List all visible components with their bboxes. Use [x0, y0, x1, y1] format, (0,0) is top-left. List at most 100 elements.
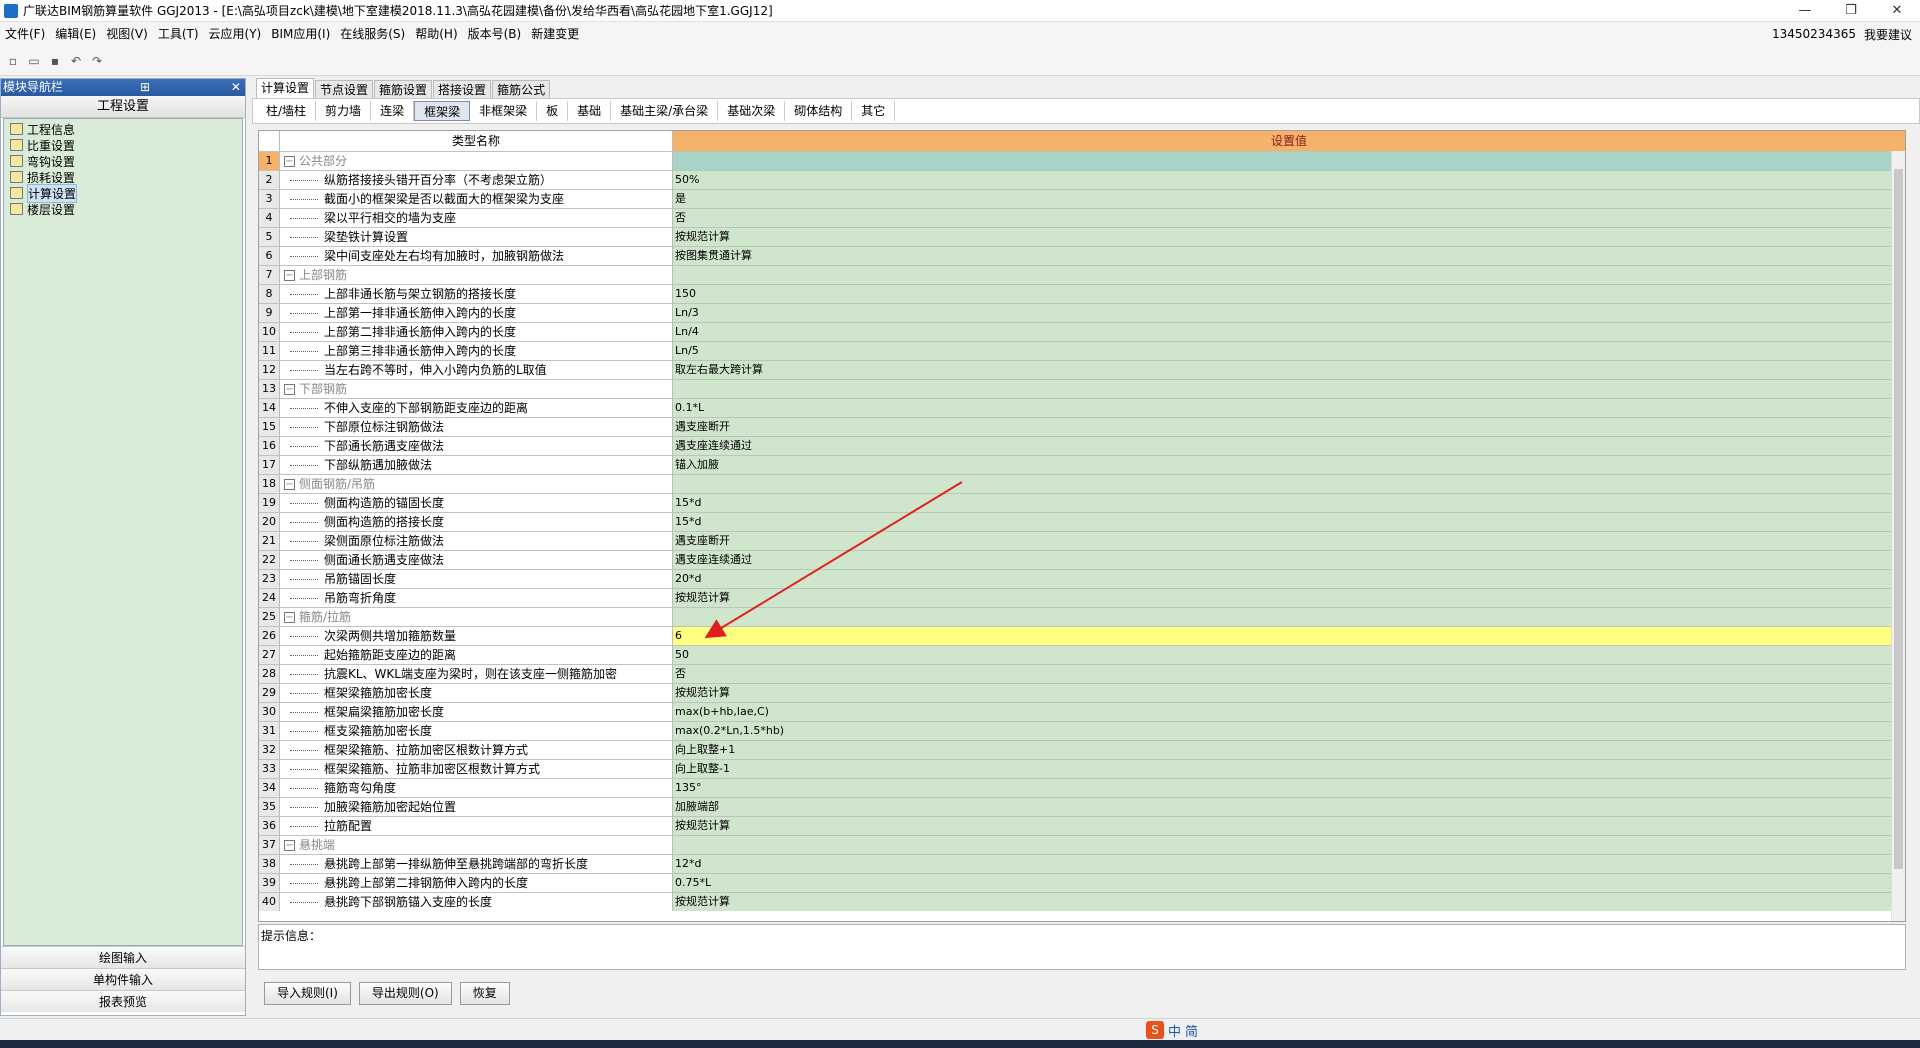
setting-value-cell[interactable]: 150 — [673, 285, 1905, 303]
setting-value-cell[interactable]: Ln/3 — [673, 304, 1905, 322]
menu-tools[interactable]: 工具(T) — [153, 22, 204, 46]
table-row[interactable]: 14 不伸入支座的下部钢筋距支座边的距离 0.1*L — [259, 398, 1905, 417]
setting-value-cell[interactable]: 0.1*L — [673, 399, 1905, 417]
setting-value-cell[interactable]: 6 — [673, 627, 1905, 645]
setting-value-cell[interactable]: Ln/4 — [673, 323, 1905, 341]
setting-value-cell[interactable]: 否 — [673, 209, 1905, 227]
table-row[interactable]: 10 上部第二排非通长筋伸入跨内的长度 Ln/4 — [259, 322, 1905, 341]
import-rules-button[interactable]: 导入规则(I) — [264, 981, 351, 1005]
scroll-thumb[interactable] — [1894, 169, 1903, 869]
setting-value-cell[interactable]: 遇支座断开 — [673, 418, 1905, 436]
table-row[interactable]: 31 框支梁箍筋加密长度 max(0.2*Ln,1.5*hb) — [259, 721, 1905, 740]
setting-value-cell[interactable]: 按规范计算 — [673, 893, 1905, 911]
setting-value-cell[interactable]: Ln/5 — [673, 342, 1905, 360]
nav-item-hook[interactable]: 弯钩设置 — [4, 153, 242, 169]
setting-value-cell[interactable]: 否 — [673, 665, 1905, 683]
nav-single-input[interactable]: 单构件输入 — [1, 968, 245, 990]
setting-value-cell[interactable]: 50 — [673, 646, 1905, 664]
table-row[interactable]: 12 当左右跨不等时，伸入小跨内负筋的L取值 取左右最大跨计算 — [259, 360, 1905, 379]
nav-close-icon[interactable]: ✕ — [227, 79, 245, 96]
setting-value-cell[interactable]: 按规范计算 — [673, 589, 1905, 607]
setting-value-cell[interactable]: 50% — [673, 171, 1905, 189]
setting-value-cell[interactable]: 15*d — [673, 513, 1905, 531]
tab-foundation-main-beam[interactable]: 基础主梁/承台梁 — [611, 101, 719, 121]
collapse-icon[interactable]: − — [284, 839, 295, 851]
setting-value-cell[interactable]: 12*d — [673, 855, 1905, 873]
table-row[interactable]: 17 下部纵筋遇加腋做法 锚入加腋 — [259, 455, 1905, 474]
tab-foundation[interactable]: 基础 — [568, 101, 612, 121]
restore-button[interactable]: 恢复 — [459, 981, 510, 1005]
collapse-icon[interactable]: − — [284, 155, 295, 167]
setting-value-cell[interactable]: 15*d — [673, 494, 1905, 512]
menu-file[interactable]: 文件(F) — [0, 22, 50, 46]
collapse-icon[interactable]: − — [284, 611, 295, 623]
table-row[interactable]: 20 侧面构造筋的搭接长度 15*d — [259, 512, 1905, 531]
new-file-icon[interactable]: ▫ — [4, 52, 22, 70]
group-row[interactable]: 7− 上部钢筋 — [259, 265, 1905, 284]
setting-value-cell[interactable]: 20*d — [673, 570, 1905, 588]
setting-value-cell[interactable] — [673, 266, 1905, 284]
tab-column[interactable]: 柱/墙柱 — [257, 101, 317, 121]
setting-value-cell[interactable]: 向上取整-1 — [673, 760, 1905, 778]
table-row[interactable]: 26 次梁两侧共增加箍筋数量 6 — [259, 626, 1905, 645]
menu-bim[interactable]: BIM应用(I) — [266, 22, 335, 46]
collapse-icon[interactable]: − — [284, 478, 295, 490]
nav-item-weight[interactable]: 比重设置 — [4, 137, 242, 153]
setting-value-cell[interactable]: 向上取整+1 — [673, 741, 1905, 759]
setting-value-cell[interactable]: 0.75*L — [673, 874, 1905, 892]
ime-indicator[interactable]: S 中 简 — [1146, 1021, 1198, 1040]
setting-value-cell[interactable]: 取左右最大跨计算 — [673, 361, 1905, 379]
setting-value-cell[interactable]: 按规范计算 — [673, 684, 1905, 702]
tab-stirrup-formula[interactable]: 箍筋公式 — [492, 80, 551, 98]
table-row[interactable]: 35 加腋梁箍筋加密起始位置 加腋端部 — [259, 797, 1905, 816]
open-folder-icon[interactable]: ▭ — [25, 52, 43, 70]
setting-value-cell[interactable]: 是 — [673, 190, 1905, 208]
table-row[interactable]: 2 纵筋搭接接头错开百分率（不考虑架立筋） 50% — [259, 170, 1905, 189]
setting-value-cell[interactable]: 按规范计算 — [673, 228, 1905, 246]
group-row[interactable]: 37− 悬挑端 — [259, 835, 1905, 854]
ime-mode[interactable]: 简 — [1185, 1021, 1198, 1040]
table-row[interactable]: 15 下部原位标注钢筋做法 遇支座断开 — [259, 417, 1905, 436]
setting-value-cell[interactable] — [673, 836, 1905, 854]
menu-help[interactable]: 帮助(H) — [410, 22, 462, 46]
setting-value-cell[interactable]: 135° — [673, 779, 1905, 797]
table-row[interactable]: 29 框架梁箍筋加密长度 按规范计算 — [259, 683, 1905, 702]
setting-value-cell[interactable] — [673, 152, 1905, 170]
setting-value-cell[interactable]: 锚入加腋 — [673, 456, 1905, 474]
table-row[interactable]: 27 起始箍筋距支座边的距离 50 — [259, 645, 1905, 664]
nav-report-preview[interactable]: 报表预览 — [1, 990, 245, 1012]
collapse-icon[interactable]: − — [284, 269, 295, 281]
tab-calc[interactable]: 计算设置 — [256, 78, 315, 98]
table-row[interactable]: 28 抗震KL、WKL端支座为梁时，则在该支座一侧箍筋加密 否 — [259, 664, 1905, 683]
tab-masonry[interactable]: 砌体结构 — [785, 101, 853, 121]
ime-lang[interactable]: 中 — [1168, 1021, 1181, 1040]
nav-section-title[interactable]: 工程设置 — [1, 96, 245, 118]
collapse-icon[interactable]: − — [284, 383, 295, 395]
setting-value-cell[interactable]: max(b+hb,lae,C) — [673, 703, 1905, 721]
account-label[interactable]: 13450234365 — [1772, 27, 1856, 41]
table-row[interactable]: 38 悬挑跨上部第一排纵筋伸至悬挑跨端部的弯折长度 12*d — [259, 854, 1905, 873]
group-row[interactable]: 18− 侧面钢筋/吊筋 — [259, 474, 1905, 493]
table-row[interactable]: 4 梁以平行相交的墙为支座 否 — [259, 208, 1905, 227]
table-row[interactable]: 19 侧面构造筋的锚固长度 15*d — [259, 493, 1905, 512]
nav-item-calc-settings[interactable]: 计算设置 — [4, 183, 242, 203]
setting-value-cell[interactable] — [673, 380, 1905, 398]
menu-new-change[interactable]: 新建变更 — [526, 22, 584, 46]
tab-slab[interactable]: 板 — [537, 101, 569, 121]
nav-item-floor[interactable]: 楼层设置 — [4, 201, 242, 217]
group-row[interactable]: 25− 箍筋/拉筋 — [259, 607, 1905, 626]
restore-button[interactable]: ❐ — [1828, 0, 1874, 22]
table-row[interactable]: 9 上部第一排非通长筋伸入跨内的长度 Ln/3 — [259, 303, 1905, 322]
tab-coupling-beam[interactable]: 连梁 — [371, 101, 415, 121]
table-row[interactable]: 21 梁侧面原位标注筋做法 遇支座断开 — [259, 531, 1905, 550]
menu-version[interactable]: 版本号(B) — [463, 22, 527, 46]
table-row[interactable]: 24 吊筋弯折角度 按规范计算 — [259, 588, 1905, 607]
table-row[interactable]: 39 悬挑跨上部第二排钢筋伸入跨内的长度 0.75*L — [259, 873, 1905, 892]
nav-item-project-info[interactable]: 工程信息 — [4, 121, 242, 137]
setting-value-cell[interactable]: 按图集贯通计算 — [673, 247, 1905, 265]
table-row[interactable]: 30 框架扁梁箍筋加密长度 max(b+hb,lae,C) — [259, 702, 1905, 721]
table-row[interactable]: 22 侧面通长筋遇支座做法 遇支座连续通过 — [259, 550, 1905, 569]
table-row[interactable]: 5 梁垫铁计算设置 按规范计算 — [259, 227, 1905, 246]
vertical-scrollbar[interactable] — [1891, 151, 1905, 921]
tab-shear-wall[interactable]: 剪力墙 — [316, 101, 372, 121]
